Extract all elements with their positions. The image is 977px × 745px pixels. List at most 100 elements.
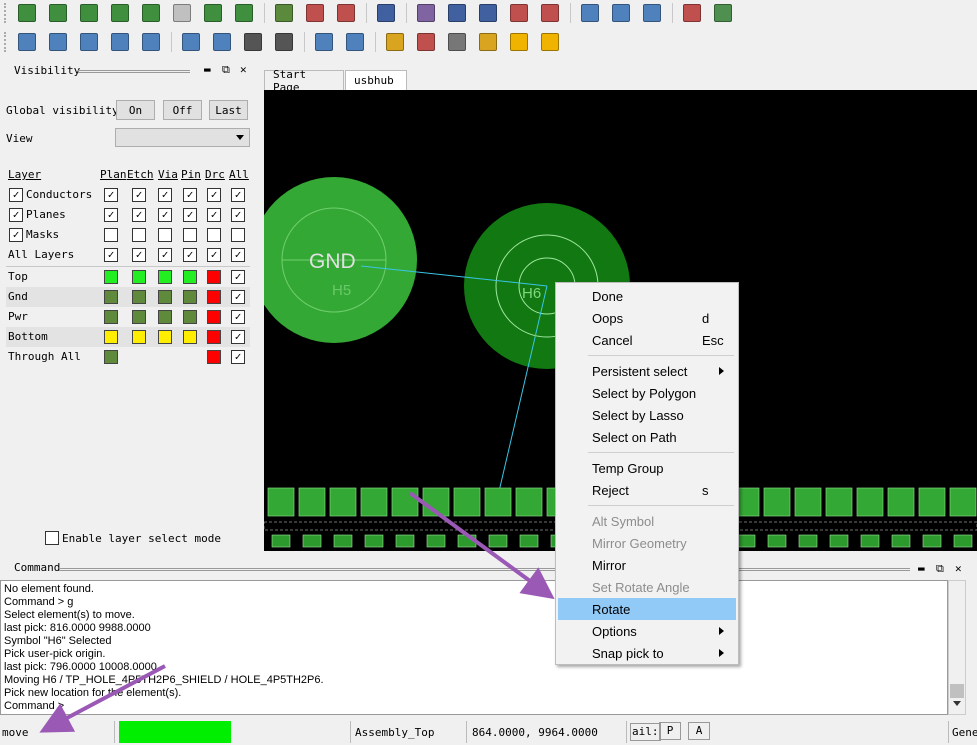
- plot-button[interactable]: [138, 1, 164, 25]
- visibility-checkbox[interactable]: [183, 228, 197, 242]
- board-button[interactable]: [271, 1, 297, 25]
- visibility-checkbox[interactable]: [158, 228, 172, 242]
- menu-item-select-by-polygon[interactable]: Select by Polygon: [558, 382, 736, 404]
- menu-item-snap-pick-to[interactable]: Snap pick to: [558, 642, 736, 664]
- command-scrollbar[interactable]: [948, 580, 966, 715]
- tab-usbhub[interactable]: usbhub: [345, 70, 407, 90]
- add-net-button[interactable]: [577, 1, 603, 25]
- broom-button[interactable]: [475, 30, 501, 54]
- visibility-checkbox[interactable]: ✓: [231, 248, 245, 262]
- panel-grip[interactable]: [78, 70, 190, 73]
- visibility-checkbox[interactable]: ✓: [183, 248, 197, 262]
- layer-color-swatch[interactable]: [207, 270, 221, 284]
- dimension-button[interactable]: [302, 1, 328, 25]
- rectangle-button[interactable]: [45, 30, 71, 54]
- menu-item-done[interactable]: Done: [558, 285, 736, 307]
- group-checkbox[interactable]: ✓: [9, 188, 23, 202]
- visibility-checkbox[interactable]: [207, 228, 221, 242]
- visibility-checkbox[interactable]: ✓: [132, 208, 146, 222]
- visibility-checkbox[interactable]: ✓: [104, 188, 118, 202]
- command-output[interactable]: No element found. Command > g Select eleme…: [0, 580, 948, 715]
- restore-panel-icon[interactable]: ⧉: [222, 63, 230, 77]
- visibility-checkbox[interactable]: ✓: [104, 248, 118, 262]
- menu-item-select-on-path[interactable]: Select on Path: [558, 426, 736, 448]
- visibility-checkbox[interactable]: ✓: [207, 248, 221, 262]
- group-checkbox[interactable]: ✓: [9, 228, 23, 242]
- visibility-checkbox[interactable]: ✓: [104, 208, 118, 222]
- book-button[interactable]: [444, 1, 470, 25]
- float-panel-icon[interactable]: ▬: [204, 63, 211, 76]
- menu-item-mirror[interactable]: Mirror: [558, 554, 736, 576]
- command-panel-grip[interactable]: [60, 568, 910, 571]
- layer-color-swatch[interactable]: [132, 270, 146, 284]
- visibility-last-button[interactable]: Last: [209, 100, 248, 120]
- layer-color-swatch[interactable]: [104, 330, 118, 344]
- close-panel-icon[interactable]: ✕: [955, 562, 962, 575]
- visibility-checkbox[interactable]: ✓: [231, 188, 245, 202]
- visibility-off-button[interactable]: Off: [163, 100, 202, 120]
- close-panel-icon[interactable]: ✕: [240, 63, 247, 76]
- layer-color-swatch[interactable]: [104, 270, 118, 284]
- layer-color-swatch[interactable]: [132, 310, 146, 324]
- shape-button[interactable]: [209, 30, 235, 54]
- disabled-button[interactable]: [169, 1, 195, 25]
- checklist-button[interactable]: [506, 1, 532, 25]
- refdes-button[interactable]: [271, 30, 297, 54]
- menu-item-cancel[interactable]: Cancel Esc: [558, 329, 736, 351]
- layer-color-swatch[interactable]: [158, 270, 172, 284]
- library-button[interactable]: [475, 1, 501, 25]
- enable-layer-select-checkbox[interactable]: [45, 531, 59, 545]
- layer-color-swatch[interactable]: [132, 330, 146, 344]
- sun-gear-button[interactable]: [537, 30, 563, 54]
- list-button[interactable]: [679, 1, 705, 25]
- layer-color-swatch[interactable]: [104, 310, 118, 324]
- visibility-checkbox[interactable]: ✓: [132, 188, 146, 202]
- layer-color-swatch[interactable]: [158, 310, 172, 324]
- route-button[interactable]: [373, 1, 399, 25]
- status-a-button[interactable]: A: [688, 722, 710, 740]
- visibility-checkbox[interactable]: ✓: [207, 208, 221, 222]
- menu-item-select-by-lasso[interactable]: Select by Lasso: [558, 404, 736, 426]
- visibility-on-button[interactable]: On: [116, 100, 155, 120]
- view-select[interactable]: [115, 128, 250, 147]
- frame-button[interactable]: [138, 30, 164, 54]
- layer-color-swatch[interactable]: [207, 290, 221, 304]
- layers-button[interactable]: [178, 30, 204, 54]
- move-button[interactable]: [342, 30, 368, 54]
- status-subclass[interactable]: Assembly_Top: [355, 726, 434, 739]
- menu-item-options[interactable]: Options: [558, 620, 736, 642]
- menu-item-rotate[interactable]: Rotate: [558, 598, 736, 620]
- visibility-checkbox[interactable]: ✓: [183, 188, 197, 202]
- layer-all-checkbox[interactable]: ✓: [231, 290, 245, 304]
- group-checkbox[interactable]: ✓: [9, 208, 23, 222]
- tab-start-page[interactable]: Start Page: [264, 68, 344, 94]
- scroll-thumb[interactable]: [950, 684, 964, 698]
- layer-color-swatch[interactable]: [183, 310, 197, 324]
- layer-color-swatch[interactable]: [158, 330, 172, 344]
- menu-item-alt-symbol[interactable]: Alt Symbol: [558, 510, 736, 532]
- measure-button[interactable]: [333, 1, 359, 25]
- menu-item-temp-group[interactable]: Temp Group: [558, 457, 736, 479]
- layer-color-swatch[interactable]: [207, 310, 221, 324]
- layer-color-swatch[interactable]: [158, 290, 172, 304]
- visibility-checkbox[interactable]: ✓: [231, 208, 245, 222]
- toolbar-grip[interactable]: [4, 32, 10, 52]
- layer-color-swatch[interactable]: [183, 330, 197, 344]
- menu-item-mirror-geometry[interactable]: Mirror Geometry: [558, 532, 736, 554]
- visibility-checkbox[interactable]: ✓: [132, 248, 146, 262]
- visibility-checkbox[interactable]: ✓: [158, 188, 172, 202]
- sun-button[interactable]: [506, 30, 532, 54]
- import-button[interactable]: [76, 1, 102, 25]
- layer-all-checkbox[interactable]: ✓: [231, 310, 245, 324]
- visibility-checkbox[interactable]: [132, 228, 146, 242]
- layer-all-checkbox[interactable]: ✓: [231, 350, 245, 364]
- scroll-down-icon[interactable]: [953, 701, 961, 706]
- pad-button[interactable]: [231, 1, 257, 25]
- toolbar-grip[interactable]: [4, 3, 10, 23]
- menu-item-reject[interactable]: Reject s: [558, 479, 736, 501]
- visibility-checkbox[interactable]: ✓: [158, 208, 172, 222]
- save-button[interactable]: [14, 1, 40, 25]
- pin-button[interactable]: [14, 30, 40, 54]
- restore-panel-icon[interactable]: ⧉: [936, 562, 944, 576]
- layer-color-swatch[interactable]: [207, 350, 221, 364]
